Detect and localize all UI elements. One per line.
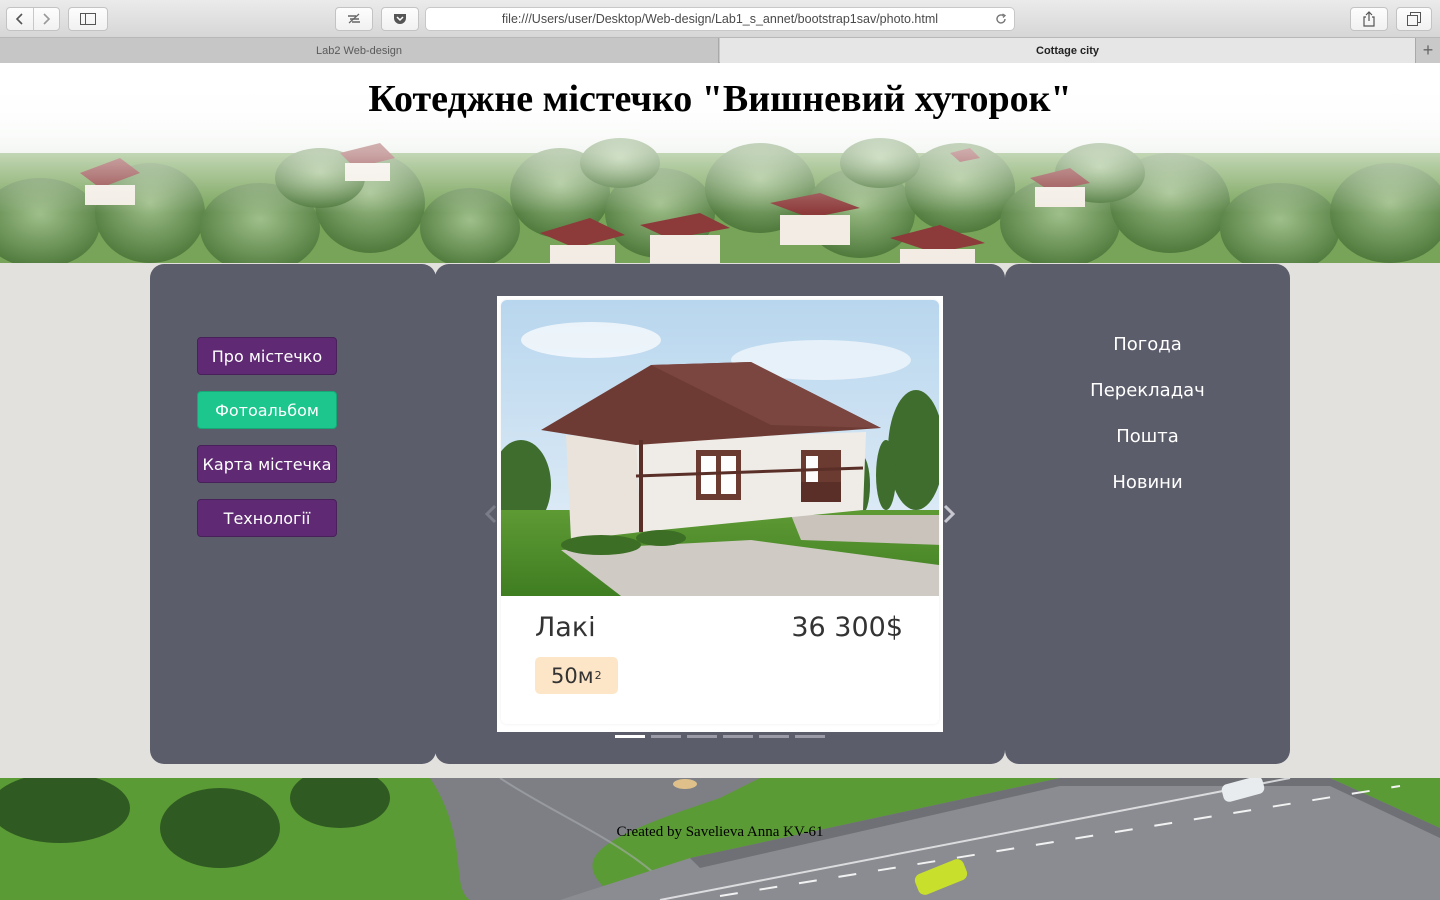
tab-bar: Lab2 Web-design Cottage city + xyxy=(0,38,1440,63)
house-price: 36 300$ xyxy=(791,612,903,643)
house-photo xyxy=(501,300,939,596)
house-name: Лакі xyxy=(535,612,596,643)
sidebar-icon xyxy=(80,13,96,25)
tabs-icon xyxy=(1407,12,1421,26)
right-links-panel: Погода Перекладач Пошта Новини xyxy=(1005,264,1290,764)
carousel-slide: Лакі 36 300$ 50м 2 xyxy=(497,296,943,732)
menu-button-technologies[interactable]: Технології xyxy=(197,499,337,537)
back-button[interactable] xyxy=(7,8,33,30)
history-nav-group xyxy=(6,7,60,31)
address-bar[interactable]: file:///Users/user/Desktop/Web-design/La… xyxy=(425,7,1015,31)
sidebar-button[interactable] xyxy=(68,7,108,31)
link-news[interactable]: Новини xyxy=(1005,472,1290,493)
left-navigation-panel: Про містечко Фотоальбом Карта містечка Т… xyxy=(150,264,436,764)
menu-button-photo-album[interactable]: Фотоальбом xyxy=(197,391,337,429)
tab-label: Lab2 Web-design xyxy=(315,44,403,57)
link-mail[interactable]: Пошта xyxy=(1005,426,1290,447)
house-area-value: 50м xyxy=(551,663,594,688)
tab-label: Cottage city xyxy=(1036,44,1099,57)
pocket-button[interactable] xyxy=(381,7,419,31)
url-text: file:///Users/user/Desktop/Web-design/La… xyxy=(501,12,939,26)
carousel-indicator[interactable] xyxy=(615,735,645,738)
carousel-next-button[interactable] xyxy=(940,502,958,526)
chevron-left-icon xyxy=(484,504,497,524)
header-banner: Котеджне містечко "Вишневий хуторок" xyxy=(0,63,1440,263)
share-button[interactable] xyxy=(1350,7,1388,31)
footer-credits: Created by Savelieva Anna KV-61 xyxy=(616,824,824,840)
carousel-indicator[interactable] xyxy=(651,735,681,738)
footer: Created by Savelieva Anna KV-61 xyxy=(0,778,1440,900)
menu-button-label: Про містечко xyxy=(211,346,323,366)
share-icon xyxy=(1363,11,1375,27)
menu-button-label: Карта містечка xyxy=(202,454,332,474)
link-translator[interactable]: Перекладач xyxy=(1005,380,1290,401)
chevron-left-icon xyxy=(15,13,23,25)
house-area-badge: 50м 2 xyxy=(535,657,618,694)
house-area-unit-exponent: 2 xyxy=(594,669,602,682)
page-title: Котеджне містечко "Вишневий хуторок" xyxy=(368,78,1072,120)
chevron-right-icon xyxy=(943,504,956,524)
pocket-icon xyxy=(394,14,406,24)
tab-lab2-web-design[interactable]: Lab2 Web-design xyxy=(0,38,719,63)
photo-carousel-panel: Лакі 36 300$ 50м 2 xyxy=(435,264,1005,764)
browser-toolbar: file:///Users/user/Desktop/Web-design/La… xyxy=(0,0,1440,38)
new-tab-button[interactable]: + xyxy=(1415,38,1440,63)
tracking-button[interactable] xyxy=(335,7,373,31)
forward-button[interactable] xyxy=(34,8,60,30)
carousel-indicator[interactable] xyxy=(723,735,753,738)
link-weather[interactable]: Погода xyxy=(1005,334,1290,355)
reload-icon[interactable] xyxy=(994,12,1008,26)
menu-button-map[interactable]: Карта містечка xyxy=(197,445,337,483)
menu-button-about[interactable]: Про містечко xyxy=(197,337,337,375)
extension-icon xyxy=(348,13,360,24)
menu-button-label: Фотоальбом xyxy=(215,400,319,420)
carousel-indicator[interactable] xyxy=(795,735,825,738)
plus-icon: + xyxy=(1422,40,1434,60)
tabs-overview-button[interactable] xyxy=(1396,7,1432,31)
chevron-right-icon xyxy=(43,13,51,25)
carousel-indicators xyxy=(615,735,825,738)
carousel-indicator[interactable] xyxy=(687,735,717,738)
menu-button-label: Технології xyxy=(223,508,311,528)
carousel-prev-button[interactable] xyxy=(482,502,500,526)
tab-cottage-city[interactable]: Cottage city xyxy=(720,38,1415,63)
house-card: Лакі 36 300$ 50м 2 xyxy=(501,300,939,724)
carousel-indicator[interactable] xyxy=(759,735,789,738)
